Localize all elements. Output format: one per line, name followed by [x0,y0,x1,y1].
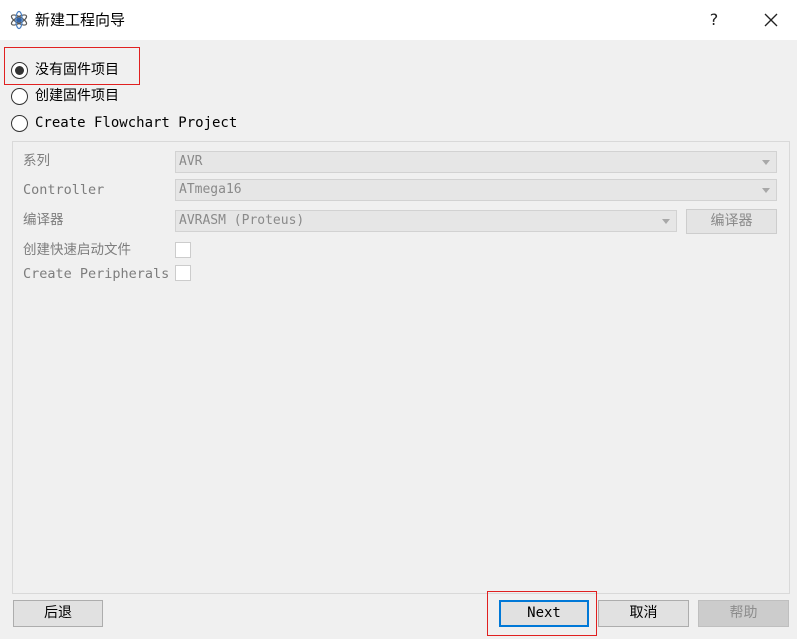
option-flowchart[interactable]: Create Flowchart Project [11,113,237,133]
compiler-button[interactable]: 编译器 [686,209,777,234]
title-bar: 新建工程向导 ? [0,0,802,40]
chevron-down-icon [762,188,770,193]
settings-panel [12,141,790,594]
controller-select-value: ATmega16 [179,182,242,197]
chevron-down-icon [662,219,670,224]
chevron-down-icon [762,160,770,165]
peripherals-checkbox[interactable] [175,265,191,281]
atom-icon [10,10,28,30]
next-button[interactable]: Next [499,600,589,627]
back-button[interactable]: 后退 [13,600,103,627]
compiler-select-value: AVRASM (Proteus) [179,213,305,228]
family-label: 系列 [23,153,50,169]
compiler-label: 编译器 [23,212,64,228]
radio-button-checked[interactable] [11,61,28,79]
window-title: 新建工程向导 [35,11,126,29]
radio-button[interactable] [11,87,28,105]
controller-select[interactable]: ATmega16 [175,179,777,201]
compiler-select[interactable]: AVRASM (Proteus) [175,210,677,232]
radio-button[interactable] [11,114,28,132]
help-button[interactable]: 帮助 [698,600,789,627]
quickstart-checkbox[interactable] [175,242,191,258]
option-create-firmware-label: 创建固件项目 [35,88,119,104]
quickstart-label: 创建快速启动文件 [23,242,131,258]
peripherals-label: Create Peripherals [23,266,170,282]
option-no-firmware-label: 没有固件项目 [35,62,119,78]
window-edge [797,40,802,639]
option-no-firmware[interactable]: 没有固件项目 [11,60,119,80]
cancel-button[interactable]: 取消 [598,600,689,627]
help-title-button[interactable]: ? [700,8,728,32]
option-create-firmware[interactable]: 创建固件项目 [11,86,119,106]
close-icon[interactable] [757,8,785,32]
option-flowchart-label: Create Flowchart Project [35,115,238,131]
family-select[interactable]: AVR [175,151,777,173]
family-select-value: AVR [179,154,203,169]
controller-label: Controller [23,182,105,198]
